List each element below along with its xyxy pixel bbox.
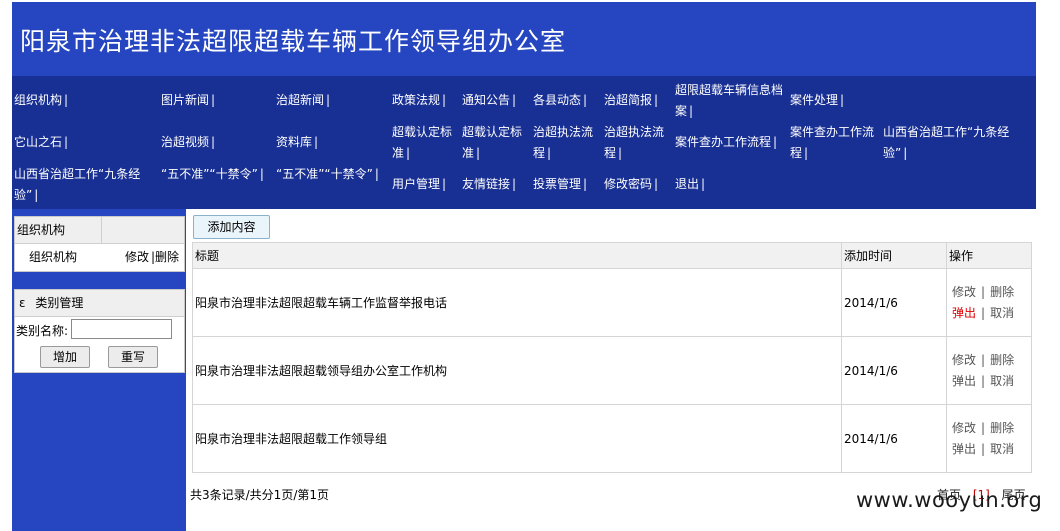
- org-delete-link[interactable]: 删除: [155, 244, 179, 271]
- popup-link[interactable]: 弹出: [952, 306, 976, 320]
- nav-item-overload-standard-1[interactable]: 超载认定标准: [392, 122, 454, 164]
- row-title: 阳泉市治理非法超限超载工作领导组: [192, 404, 842, 473]
- nav-item-five-ten-1[interactable]: “五不准”“十禁令”: [161, 164, 266, 185]
- column-header-title: 标题: [192, 242, 842, 269]
- nav-item-news[interactable]: 治超新闻: [276, 90, 381, 111]
- nav-item-enforcement-flow-2[interactable]: 治超执法流程: [604, 122, 668, 164]
- org-panel-header: 组织机构: [15, 217, 184, 244]
- reset-button[interactable]: 重写: [108, 346, 158, 368]
- category-panel-title: 类别管理: [35, 296, 84, 310]
- nav-item-vote-admin[interactable]: 投票管理: [533, 174, 597, 195]
- nav-item-overload-standard-2[interactable]: 超载认定标准: [462, 122, 526, 164]
- category-panel: ε 类别管理 类别名称: 增加 重写: [14, 289, 185, 373]
- nav-item-library[interactable]: 资料库: [276, 132, 381, 153]
- nav-item-video[interactable]: 治超视频: [161, 132, 266, 153]
- category-panel-header: ε 类别管理: [15, 290, 184, 317]
- add-content-button[interactable]: 添加内容: [193, 215, 270, 239]
- nav-item-notice[interactable]: 通知公告: [462, 90, 526, 111]
- org-panel: 组织机构 组织机构 修改 | 删除: [14, 216, 185, 272]
- table-row: 阳泉市治理非法超限超载车辆工作监督举报电话 2014/1/6 修改 | 删除 弹出 |…: [192, 268, 1032, 337]
- table-row: 阳泉市治理非法超限超载工作领导组 2014/1/6 修改 | 删除 弹出 | 取消: [192, 404, 1032, 473]
- row-date: 2014/1/6: [841, 268, 947, 337]
- epsilon-icon: ε: [19, 296, 26, 310]
- header-divider: [101, 217, 102, 243]
- nav-item-logout[interactable]: 退出: [675, 174, 725, 195]
- cancel-link[interactable]: 取消: [990, 442, 1014, 456]
- nav-item-county-news[interactable]: 各县动态: [533, 90, 597, 111]
- nav-item-photo-news[interactable]: 图片新闻: [161, 90, 266, 111]
- nav-item-org[interactable]: 组织机构: [14, 90, 154, 111]
- cancel-link[interactable]: 取消: [990, 306, 1014, 320]
- nav-item-five-ten-2[interactable]: “五不准”“十禁令”: [276, 164, 381, 185]
- category-name-input[interactable]: [71, 319, 172, 339]
- nav-item-policy[interactable]: 政策法规: [392, 90, 454, 111]
- row-title: 阳泉市治理非法超限超载车辆工作监督举报电话: [192, 268, 842, 337]
- nav-item-case-flow-1[interactable]: 案件查办工作流程: [675, 132, 787, 153]
- delete-link[interactable]: 删除: [990, 421, 1014, 435]
- category-form-row: 类别名称:: [15, 317, 184, 343]
- row-date: 2014/1/6: [841, 404, 947, 473]
- org-item-label: 组织机构: [29, 250, 78, 264]
- row-actions: 修改 | 删除 弹出 | 取消: [946, 268, 1032, 337]
- column-header-date: 添加时间: [841, 242, 947, 269]
- edit-link[interactable]: 修改: [952, 285, 976, 299]
- row-actions: 修改 | 删除 弹出 | 取消: [946, 336, 1032, 405]
- main-nav: 组织机构 图片新闻 治超新闻 政策法规 通知公告 各县动态 治超简报 超限超载车…: [12, 76, 1036, 209]
- nav-item-vehicle-archive[interactable]: 超限超载车辆信息档案: [675, 80, 785, 122]
- row-actions: 修改 | 删除 弹出 | 取消: [946, 404, 1032, 473]
- nav-item-nine-experiences-2[interactable]: 山西省治超工作“九条经验”: [14, 164, 154, 206]
- pager-info: 共3条记录/共分1页/第1页: [190, 488, 329, 502]
- nav-item-enforcement-flow-1[interactable]: 治超执法流程: [533, 122, 597, 164]
- content-table: 标题 添加时间 操作 阳泉市治理非法超限超载车辆工作监督举报电话 2014/1/…: [192, 242, 1032, 473]
- sidebar: 组织机构 组织机构 修改 | 删除 ε 类别管理 类别名称: 增加 重写: [12, 209, 186, 531]
- nav-item-briefing[interactable]: 治超简报: [604, 90, 668, 111]
- edit-link[interactable]: 修改: [952, 353, 976, 367]
- add-category-button[interactable]: 增加: [40, 346, 90, 368]
- nav-item-other-mountain[interactable]: 它山之石: [14, 132, 154, 153]
- org-edit-link[interactable]: 修改: [125, 244, 149, 271]
- nav-item-user-admin[interactable]: 用户管理: [392, 174, 454, 195]
- org-panel-title: 组织机构: [17, 223, 66, 237]
- popup-link[interactable]: 弹出: [952, 442, 976, 456]
- column-header-actions: 操作: [946, 242, 1032, 269]
- table-header-row: 标题 添加时间 操作: [192, 242, 1032, 269]
- category-name-label: 类别名称:: [16, 324, 69, 338]
- row-date: 2014/1/6: [841, 336, 947, 405]
- site-title: 阳泉市治理非法超限超载车辆工作领导组办公室: [20, 27, 567, 56]
- cancel-link[interactable]: 取消: [990, 374, 1014, 388]
- edit-link[interactable]: 修改: [952, 421, 976, 435]
- popup-link[interactable]: 弹出: [952, 374, 976, 388]
- site-banner: 阳泉市治理非法超限超载车辆工作领导组办公室: [12, 2, 1036, 76]
- org-row: 组织机构 修改 | 删除: [15, 244, 184, 271]
- nav-item-links[interactable]: 友情链接: [462, 174, 526, 195]
- row-title: 阳泉市治理非法超限超载领导组办公室工作机构: [192, 336, 842, 405]
- nav-item-case-handling[interactable]: 案件处理: [790, 90, 878, 111]
- nav-item-case-flow-2[interactable]: 案件查办工作流程: [790, 122, 882, 164]
- delete-link[interactable]: 删除: [990, 285, 1014, 299]
- nav-item-nine-experiences-1[interactable]: 山西省治超工作“九条经验”: [883, 122, 1028, 164]
- nav-item-change-password[interactable]: 修改密码: [604, 174, 668, 195]
- watermark: www.wooyun.org: [856, 488, 1043, 512]
- table-row: 阳泉市治理非法超限超载领导组办公室工作机构 2014/1/6 修改 | 删除 弹出 |…: [192, 336, 1032, 405]
- delete-link[interactable]: 删除: [990, 353, 1014, 367]
